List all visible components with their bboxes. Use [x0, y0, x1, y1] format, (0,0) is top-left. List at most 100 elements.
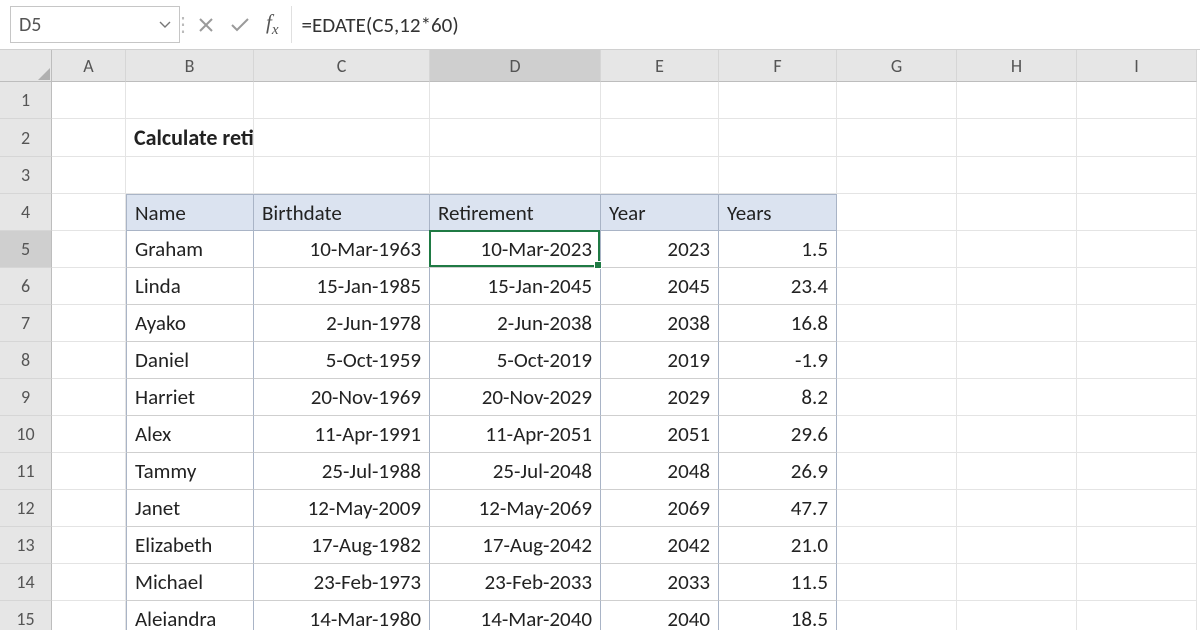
cell-G2[interactable] [837, 119, 957, 157]
cell-G12[interactable] [837, 490, 957, 527]
row-header-1[interactable]: 1 [0, 82, 52, 119]
cell-D5[interactable]: 10-Mar-2023 [430, 231, 601, 268]
cell-A1[interactable] [52, 82, 126, 119]
cell-B6[interactable]: Linda [126, 268, 254, 305]
cell-H10[interactable] [957, 416, 1077, 453]
cell-A6[interactable] [52, 268, 126, 305]
cell-F14[interactable]: 11.5 [719, 564, 837, 601]
cell-G8[interactable] [837, 342, 957, 379]
cell-E13[interactable]: 2042 [601, 527, 719, 564]
select-all-corner[interactable] [0, 50, 52, 82]
cell-B13[interactable]: Elizabeth [126, 527, 254, 564]
cell-I8[interactable] [1077, 342, 1197, 379]
cell-B9[interactable]: Harriet [126, 379, 254, 416]
cell-I13[interactable] [1077, 527, 1197, 564]
cell-G11[interactable] [837, 453, 957, 490]
cell-H6[interactable] [957, 268, 1077, 305]
cell-A4[interactable] [52, 194, 126, 231]
cell-E8[interactable]: 2019 [601, 342, 719, 379]
cell-H9[interactable] [957, 379, 1077, 416]
row-header-2[interactable]: 2 [0, 119, 52, 157]
cell-D12[interactable]: 12-May-2069 [430, 490, 601, 527]
cell-F6[interactable]: 23.4 [719, 268, 837, 305]
cell-G1[interactable] [837, 82, 957, 119]
cell-C11[interactable]: 25-Jul-1988 [254, 453, 430, 490]
cancel-icon[interactable] [198, 17, 214, 33]
cell-H13[interactable] [957, 527, 1077, 564]
cell-H4[interactable] [957, 194, 1077, 231]
cell-C14[interactable]: 23-Feb-1973 [254, 564, 430, 601]
row-header-7[interactable]: 7 [0, 305, 52, 342]
cell-E11[interactable]: 2048 [601, 453, 719, 490]
cell-E3[interactable] [601, 157, 719, 194]
cell-B4[interactable]: Name [126, 194, 254, 231]
cell-I9[interactable] [1077, 379, 1197, 416]
cell-F4[interactable]: Years [719, 194, 837, 231]
cell-B3[interactable] [126, 157, 254, 194]
row-header-10[interactable]: 10 [0, 416, 52, 453]
cell-A14[interactable] [52, 564, 126, 601]
cell-C8[interactable]: 5-Oct-1959 [254, 342, 430, 379]
cell-I4[interactable] [1077, 194, 1197, 231]
cell-B15[interactable]: Aleiandra [126, 601, 254, 630]
cell-G9[interactable] [837, 379, 957, 416]
cell-A7[interactable] [52, 305, 126, 342]
fx-icon[interactable]: fx [266, 10, 279, 39]
cell-C7[interactable]: 2-Jun-1978 [254, 305, 430, 342]
cell-F9[interactable]: 8.2 [719, 379, 837, 416]
col-header-H[interactable]: H [957, 50, 1077, 82]
cell-A11[interactable] [52, 453, 126, 490]
cell-F7[interactable]: 16.8 [719, 305, 837, 342]
cell-C9[interactable]: 20-Nov-1969 [254, 379, 430, 416]
confirm-icon[interactable] [230, 17, 250, 33]
cell-G6[interactable] [837, 268, 957, 305]
col-header-D[interactable]: D [430, 50, 601, 82]
cell-E12[interactable]: 2069 [601, 490, 719, 527]
cell-B2[interactable]: Calculate retirement date [126, 119, 254, 157]
cell-A12[interactable] [52, 490, 126, 527]
cell-I7[interactable] [1077, 305, 1197, 342]
cell-I2[interactable] [1077, 119, 1197, 157]
row-header-5[interactable]: 5 [0, 231, 52, 268]
cell-I5[interactable] [1077, 231, 1197, 268]
cell-F8[interactable]: -1.9 [719, 342, 837, 379]
cell-G5[interactable] [837, 231, 957, 268]
cell-D7[interactable]: 2-Jun-2038 [430, 305, 601, 342]
cell-G4[interactable] [837, 194, 957, 231]
cell-E6[interactable]: 2045 [601, 268, 719, 305]
cell-A5[interactable] [52, 231, 126, 268]
cell-C10[interactable]: 11-Apr-1991 [254, 416, 430, 453]
row-header-3[interactable]: 3 [0, 157, 52, 194]
cell-D15[interactable]: 14-Mar-2040 [430, 601, 601, 630]
cell-D14[interactable]: 23-Feb-2033 [430, 564, 601, 601]
row-header-14[interactable]: 14 [0, 564, 52, 601]
cell-D6[interactable]: 15-Jan-2045 [430, 268, 601, 305]
cell-G13[interactable] [837, 527, 957, 564]
cell-G7[interactable] [837, 305, 957, 342]
cell-H12[interactable] [957, 490, 1077, 527]
cell-B1[interactable] [126, 82, 254, 119]
cell-B5[interactable]: Graham [126, 231, 254, 268]
cell-E14[interactable]: 2033 [601, 564, 719, 601]
col-header-I[interactable]: I [1077, 50, 1197, 82]
cell-H2[interactable] [957, 119, 1077, 157]
cell-F13[interactable]: 21.0 [719, 527, 837, 564]
cell-F5[interactable]: 1.5 [719, 231, 837, 268]
col-header-B[interactable]: B [126, 50, 254, 82]
cell-I1[interactable] [1077, 82, 1197, 119]
cell-D11[interactable]: 25-Jul-2048 [430, 453, 601, 490]
col-header-A[interactable]: A [52, 50, 126, 82]
cell-H7[interactable] [957, 305, 1077, 342]
cell-B7[interactable]: Ayako [126, 305, 254, 342]
cell-I10[interactable] [1077, 416, 1197, 453]
cell-F3[interactable] [719, 157, 837, 194]
cell-A8[interactable] [52, 342, 126, 379]
cell-F11[interactable]: 26.9 [719, 453, 837, 490]
cell-D9[interactable]: 20-Nov-2029 [430, 379, 601, 416]
cell-E9[interactable]: 2029 [601, 379, 719, 416]
cell-G3[interactable] [837, 157, 957, 194]
cell-I14[interactable] [1077, 564, 1197, 601]
cell-B10[interactable]: Alex [126, 416, 254, 453]
cell-I6[interactable] [1077, 268, 1197, 305]
cell-E4[interactable]: Year [601, 194, 719, 231]
